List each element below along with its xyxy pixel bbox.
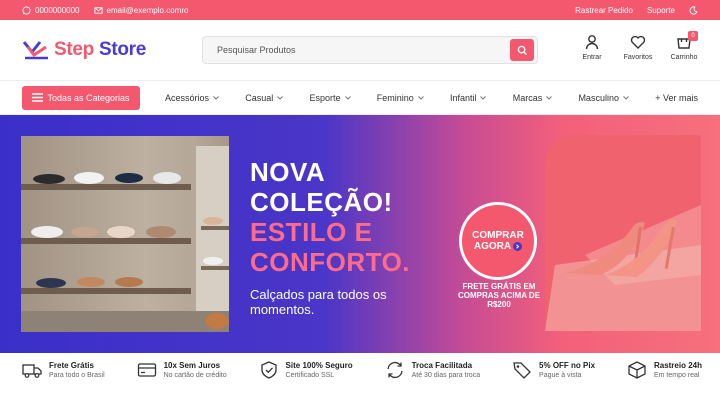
moon-icon[interactable] (689, 5, 698, 15)
chevron-down-icon (480, 95, 487, 100)
cta-line2: AGORA (473, 241, 512, 252)
header: Step Store Entrar Favoritos 0 Carrinho (0, 20, 720, 80)
all-categories-button[interactable]: Todas as Categorias (22, 85, 140, 110)
credit-card-icon (137, 363, 156, 377)
hero-copy: NOVA COLEÇÃO! ESTILO E CONFORTO. Calçado… (250, 157, 410, 317)
favorites-label: Favoritos (623, 54, 653, 61)
cta-line1: COMPRAR (472, 230, 524, 241)
store-shelves-image (21, 136, 229, 332)
nav-item-masculino[interactable]: Masculino (578, 93, 629, 103)
account-label: Entrar (582, 54, 602, 61)
feature-rastreio: Rastreio 24h Em tempo real (627, 360, 702, 380)
logo[interactable]: Step Store (22, 38, 202, 62)
track-order-link[interactable]: Rastrear Pedido (575, 6, 633, 15)
shoe-logo-icon (22, 41, 48, 60)
truck-icon (22, 364, 42, 378)
logo-text-step: Step (54, 39, 94, 60)
all-categories-label: Todas as Categorias (47, 92, 130, 103)
category-nav: Todas as Categorias Acessórios Casual Es… (0, 80, 720, 115)
hero-title-line4: CONFORTO. (250, 247, 411, 277)
logo-text-store: Store (93, 39, 147, 60)
box-icon (628, 361, 646, 379)
feature-parcelamento: 10x Sem Juros No cartão de crédito (137, 360, 227, 380)
hero-banner[interactable]: NOVA COLEÇÃO! ESTILO E CONFORTO. Calçado… (0, 115, 720, 353)
hero-subtitle: Calçados para todos os momentos. (250, 287, 387, 317)
hero-title-line3: ESTILO E (250, 217, 373, 247)
nav-item-marcas[interactable]: Marcas (513, 93, 553, 103)
user-icon (585, 35, 599, 50)
shield-icon (260, 361, 277, 379)
shop-now-button[interactable]: COMPRAR AGORA (459, 202, 537, 280)
cart-label: Carrinho (670, 54, 698, 61)
nav-item-acessorios[interactable]: Acessórios (165, 93, 219, 103)
search-bar (202, 36, 538, 64)
feature-pix: 5% OFF no Pix Pague à vista (512, 360, 595, 380)
menu-icon (32, 93, 44, 102)
chevron-down-icon (344, 95, 351, 100)
feature-frete: Frete Grátis Para todo o Brasil (22, 360, 105, 380)
nav-item-feminino[interactable]: Feminino (377, 93, 424, 103)
chevron-down-icon (277, 95, 284, 100)
chevron-down-icon (623, 95, 629, 100)
support-link[interactable]: Suporte (647, 6, 675, 15)
cart-button[interactable]: 0 Carrinho (668, 31, 700, 61)
mail-icon (93, 6, 103, 14)
phone-contact[interactable]: 0000000000 (22, 6, 80, 15)
search-input[interactable] (203, 37, 510, 63)
nav-item-ver-mais[interactable]: + Ver mais (655, 93, 698, 103)
phone-number: 0000000000 (35, 5, 80, 15)
chevron-down-icon (417, 95, 424, 100)
email-address: email@exemplo.comro (106, 5, 189, 15)
free-shipping-note: FRETE GRÁTIS EM COMPRAS ACIMA DE R$200 (457, 282, 541, 309)
search-icon (517, 45, 527, 55)
features-bar: Frete Grátis Para todo o Brasil 10x Sem J… (22, 360, 702, 380)
chevron-down-icon (546, 95, 553, 100)
tag-icon (513, 362, 531, 379)
hero-title-line1: NOVA (250, 157, 326, 187)
nav-item-casual[interactable]: Casual (245, 93, 284, 103)
search-button[interactable] (510, 39, 534, 61)
nav-item-esporte[interactable]: Esporte (309, 93, 351, 103)
hero-title-line2: COLEÇÃO! (250, 187, 393, 217)
email-contact[interactable]: email@exemplo.comro (93, 5, 189, 15)
heart-icon (630, 35, 646, 49)
feature-troca: Troca Facilitada Até 30 dias para troca (385, 360, 480, 380)
whatsapp-icon (22, 5, 31, 15)
nav-item-infantil[interactable]: Infantil (450, 93, 487, 103)
arrow-right-icon (513, 241, 523, 251)
cart-count-badge: 0 (688, 31, 698, 41)
top-bar: 0000000000 email@exemplo.comro Rastrear … (0, 0, 720, 20)
favorites-button[interactable]: Favoritos (622, 34, 654, 61)
feature-seguro: Site 100% Seguro Certificado SSL (259, 360, 353, 380)
exchange-icon (386, 361, 403, 379)
chevron-down-icon (213, 95, 219, 100)
heels-image (545, 135, 701, 331)
account-button[interactable]: Entrar (576, 34, 608, 61)
